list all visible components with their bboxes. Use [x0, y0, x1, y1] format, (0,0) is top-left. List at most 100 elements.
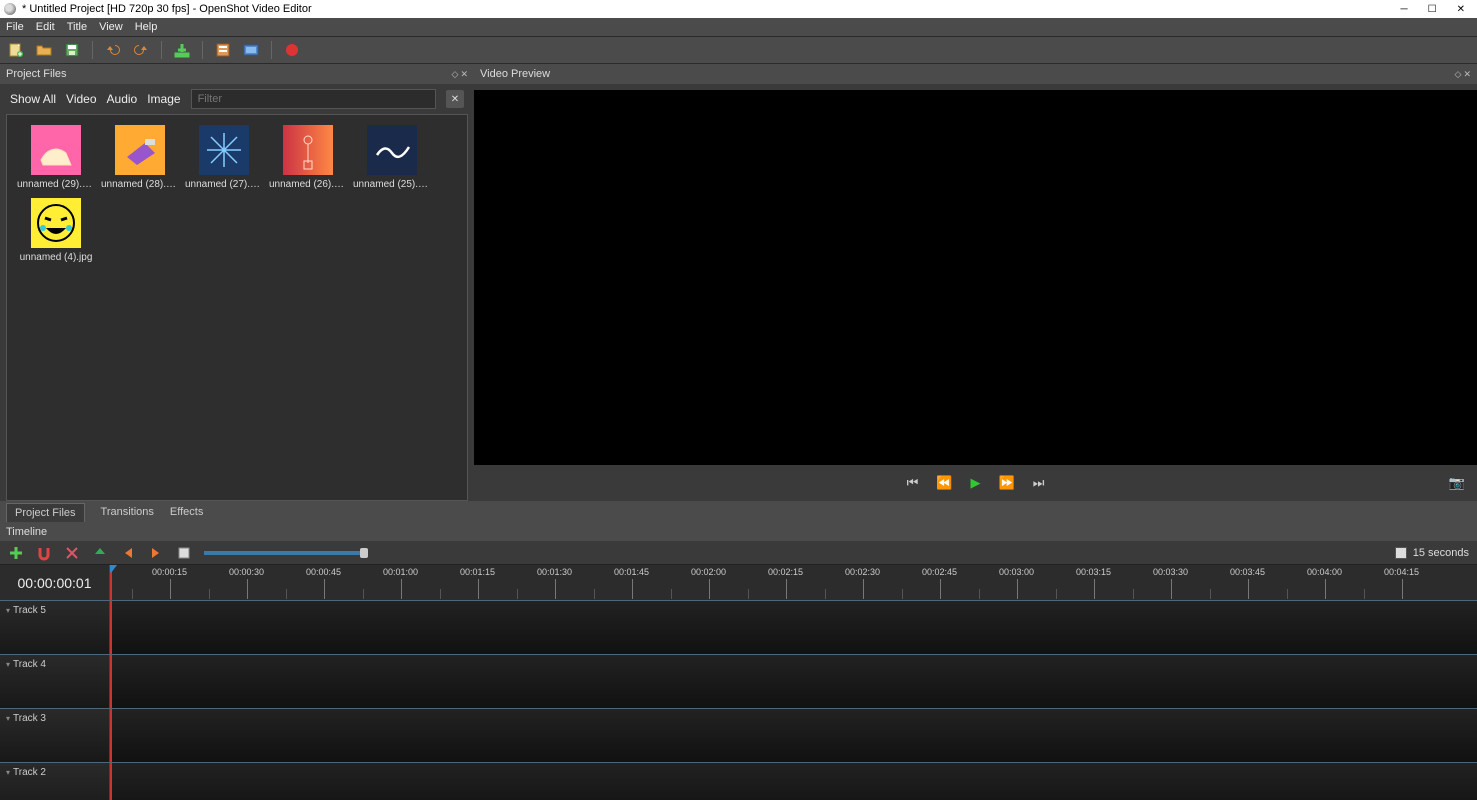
track-header[interactable]: Track 3	[0, 709, 110, 762]
center-playhead-icon[interactable]	[176, 545, 192, 561]
file-name-label: unnamed (25).p...	[353, 179, 431, 190]
file-name-label: unnamed (26).p...	[269, 179, 347, 190]
ruler-tick-label: 00:01:00	[383, 567, 418, 577]
timeline-track[interactable]: Track 5	[0, 601, 1477, 655]
title-bar: * Untitled Project [HD 720p 30 fps] - Op…	[0, 0, 1477, 18]
undo-icon[interactable]	[105, 42, 121, 58]
project-file-item[interactable]: unnamed (28).p...	[101, 125, 179, 190]
timeline-tracks[interactable]: Track 5Track 4Track 3Track 2	[0, 601, 1477, 800]
timeline-header: Timeline	[0, 523, 1477, 541]
rewind-icon[interactable]: ⏪	[936, 475, 952, 491]
project-file-item[interactable]: unnamed (27).p...	[185, 125, 263, 190]
menu-help[interactable]: Help	[135, 21, 158, 33]
open-project-icon[interactable]	[36, 42, 52, 58]
ruler-tick-label: 00:03:45	[1230, 567, 1265, 577]
project-file-item[interactable]: unnamed (29).p...	[17, 125, 95, 190]
file-thumbnail-icon	[31, 125, 81, 175]
zoom-slider[interactable]	[204, 551, 364, 555]
filter-input[interactable]	[191, 89, 436, 109]
menu-view[interactable]: View	[99, 21, 123, 33]
project-file-item[interactable]: unnamed (4).jpg	[17, 198, 95, 263]
menu-title[interactable]: Title	[67, 21, 87, 33]
timeline-track[interactable]: Track 4	[0, 655, 1477, 709]
tab-transitions[interactable]: Transitions	[101, 506, 154, 518]
project-files-header: Project Files ◇✕	[0, 64, 474, 84]
file-name-label: unnamed (28).p...	[101, 179, 179, 190]
play-icon[interactable]: ▶	[971, 475, 981, 491]
marker-icon[interactable]	[92, 545, 108, 561]
import-files-icon[interactable]	[174, 42, 190, 58]
timeline-track[interactable]: Track 3	[0, 709, 1477, 763]
clear-filter-icon[interactable]: ✕	[446, 90, 464, 108]
tab-effects[interactable]: Effects	[170, 506, 203, 518]
ruler-tick-label: 00:00:15	[152, 567, 187, 577]
project-files-grid[interactable]: unnamed (29).p... unnamed (28).p... unna…	[6, 114, 468, 501]
ruler-tick-label: 00:03:00	[999, 567, 1034, 577]
video-preview-canvas[interactable]	[474, 90, 1477, 465]
ruler-tick-label: 00:02:15	[768, 567, 803, 577]
track-lane[interactable]	[110, 709, 1477, 762]
project-files-title: Project Files	[6, 68, 67, 80]
undock-icon[interactable]: ◇	[452, 69, 459, 80]
file-filter-bar: Show All Video Audio Image ✕	[0, 84, 474, 114]
ruler-tick-label: 00:03:30	[1153, 567, 1188, 577]
jump-end-icon[interactable]: ⏭	[1033, 475, 1045, 491]
file-thumbnail-icon	[199, 125, 249, 175]
close-button[interactable]: ✕	[1457, 4, 1465, 15]
file-name-label: unnamed (4).jpg	[17, 252, 95, 263]
project-file-item[interactable]: unnamed (25).p...	[353, 125, 431, 190]
video-preview-header: Video Preview ◇✕	[474, 64, 1477, 84]
zoom-checkbox[interactable]	[1395, 547, 1407, 559]
track-header[interactable]: Track 2	[0, 763, 110, 800]
file-name-label: unnamed (29).p...	[17, 179, 95, 190]
close-panel-icon[interactable]: ✕	[1463, 69, 1471, 80]
filter-image[interactable]: Image	[147, 92, 180, 106]
track-header[interactable]: Track 5	[0, 601, 110, 654]
zoom-label: 15 seconds	[1413, 547, 1469, 559]
track-lane[interactable]	[110, 655, 1477, 708]
export-video-icon[interactable]	[284, 42, 300, 58]
file-name-label: unnamed (27).p...	[185, 179, 263, 190]
file-thumbnail-icon	[283, 125, 333, 175]
add-track-icon[interactable]	[8, 545, 24, 561]
close-panel-icon[interactable]: ✕	[460, 69, 468, 80]
track-lane[interactable]	[110, 763, 1477, 800]
ruler-tick-label: 00:00:45	[306, 567, 341, 577]
filter-audio[interactable]: Audio	[107, 92, 138, 106]
panel-tabs: Project Files Transitions Effects	[0, 501, 1477, 523]
menu-file[interactable]: File	[6, 21, 24, 33]
prev-marker-icon[interactable]	[120, 545, 136, 561]
timecode-display[interactable]: 00:00:00:01	[0, 565, 110, 600]
snapshot-icon[interactable]: 📷	[1449, 475, 1465, 491]
timeline-track[interactable]: Track 2	[0, 763, 1477, 800]
ruler-tick-label: 00:02:30	[845, 567, 880, 577]
playhead[interactable]	[110, 565, 112, 600]
save-project-icon[interactable]	[64, 42, 80, 58]
track-header[interactable]: Track 4	[0, 655, 110, 708]
timeline-title: Timeline	[6, 526, 47, 538]
tab-project-files[interactable]: Project Files	[6, 503, 85, 522]
ruler-tick-label: 00:04:15	[1384, 567, 1419, 577]
fast-forward-icon[interactable]: ⏩	[999, 475, 1015, 491]
ruler-tick-label: 00:02:45	[922, 567, 957, 577]
profiles-icon[interactable]	[215, 42, 231, 58]
maximize-button[interactable]: ☐	[1428, 4, 1437, 15]
timeline-toolbar: 15 seconds	[0, 541, 1477, 565]
next-marker-icon[interactable]	[148, 545, 164, 561]
timeline-ruler[interactable]: 00:00:1500:00:3000:00:4500:01:0000:01:15…	[110, 565, 1477, 600]
menu-edit[interactable]: Edit	[36, 21, 55, 33]
fullscreen-icon[interactable]	[243, 42, 259, 58]
undock-icon[interactable]: ◇	[1455, 69, 1462, 80]
razor-icon[interactable]	[64, 545, 80, 561]
jump-start-icon[interactable]: ⏮	[907, 475, 919, 491]
filter-show-all[interactable]: Show All	[10, 92, 56, 106]
redo-icon[interactable]	[133, 42, 149, 58]
snap-icon[interactable]	[36, 545, 52, 561]
ruler-tick-label: 00:01:45	[614, 567, 649, 577]
new-project-icon[interactable]	[8, 42, 24, 58]
ruler-tick-label: 00:03:15	[1076, 567, 1111, 577]
project-file-item[interactable]: unnamed (26).p...	[269, 125, 347, 190]
filter-video[interactable]: Video	[66, 92, 96, 106]
minimize-button[interactable]: ─	[1401, 4, 1408, 15]
track-lane[interactable]	[110, 601, 1477, 654]
